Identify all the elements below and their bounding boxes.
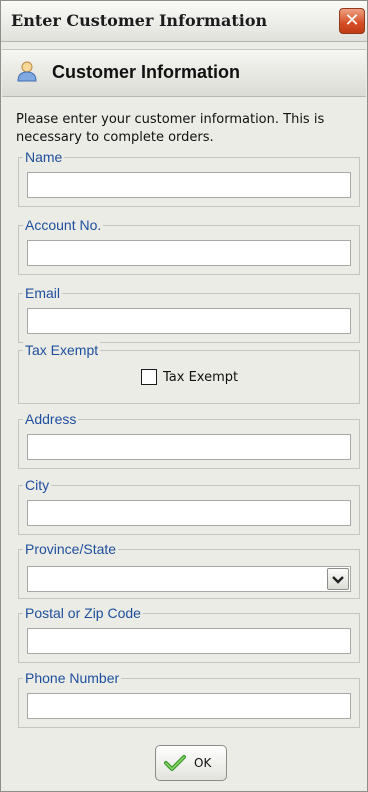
tax-exempt-group: Tax Exempt Tax Exempt (18, 342, 360, 404)
phone-group: Phone Number (18, 670, 360, 728)
city-group: City (18, 477, 360, 535)
tax-exempt-group-label: Tax Exempt (23, 342, 101, 358)
name-label: Name (23, 149, 65, 165)
email-group: Email (18, 285, 360, 343)
section-header: Customer Information (2, 49, 366, 97)
postal-group: Postal or Zip Code (18, 605, 360, 663)
chevron-down-icon (332, 576, 344, 584)
phone-input[interactable] (27, 693, 351, 719)
tax-exempt-checkbox-label[interactable]: Tax Exempt (163, 370, 238, 385)
email-input[interactable] (27, 308, 351, 334)
tax-exempt-checkbox[interactable] (141, 369, 157, 385)
ok-button[interactable]: OK (155, 745, 227, 781)
ok-label: OK (194, 756, 212, 770)
email-label: Email (23, 285, 63, 301)
close-button[interactable]: ✕ (339, 8, 365, 34)
user-icon (17, 61, 37, 82)
dropdown-button[interactable] (327, 568, 349, 590)
account-input[interactable] (27, 240, 351, 266)
close-icon: ✕ (344, 10, 360, 31)
address-label: Address (23, 411, 79, 427)
province-label: Province/State (23, 541, 119, 557)
city-input[interactable] (27, 500, 351, 526)
account-group: Account No. (18, 217, 360, 275)
province-select[interactable] (27, 566, 351, 592)
window-title: Enter Customer Information (11, 11, 268, 30)
checkmark-icon (164, 755, 186, 771)
name-group: Name (18, 149, 360, 207)
section-title: Customer Information (52, 62, 241, 82)
name-input[interactable] (27, 172, 351, 198)
province-group: Province/State (18, 541, 360, 599)
account-label: Account No. (23, 217, 104, 233)
address-input[interactable] (27, 434, 351, 460)
customer-info-dialog: Enter Customer Information ✕ Customer In… (0, 0, 368, 792)
address-group: Address (18, 411, 360, 469)
postal-label: Postal or Zip Code (23, 605, 143, 621)
intro-text: Please enter your customer information. … (16, 112, 325, 145)
postal-input[interactable] (27, 628, 351, 654)
title-bar[interactable]: Enter Customer Information ✕ (1, 1, 367, 42)
phone-label: Phone Number (23, 670, 122, 686)
city-label: City (23, 477, 52, 493)
